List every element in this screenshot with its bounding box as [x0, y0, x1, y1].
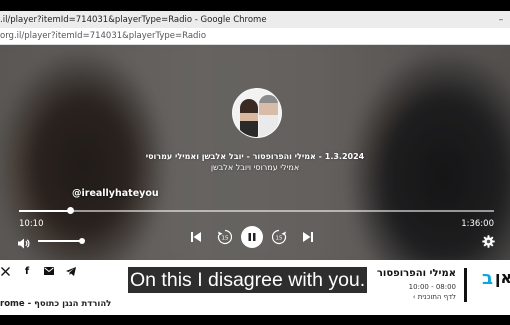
pause-icon [248, 233, 256, 241]
subtitle-caption: On this I disagree with you. [128, 267, 368, 293]
settings-button[interactable] [482, 235, 495, 248]
volume-knob[interactable] [79, 238, 85, 244]
pause-button[interactable] [241, 226, 263, 248]
email-share-button[interactable] [44, 266, 54, 276]
total-time: 1:36:00 [461, 219, 494, 229]
volume-slider[interactable] [38, 238, 85, 244]
show-info[interactable]: אמילי והפרופסור 10:00 - 08:00 לדף התוכני… [376, 267, 462, 305]
minimize-button[interactable]: – [492, 15, 510, 25]
skip-next-icon [303, 232, 313, 242]
facebook-icon: f [24, 265, 30, 277]
share-row: f [0, 264, 88, 278]
forward-15-button[interactable]: 15 [270, 228, 288, 246]
url-text[interactable]: org.il/player?itemId=714031&playerType=R… [0, 31, 206, 41]
logo-letter-bet: ב [482, 268, 493, 289]
progress-knob[interactable] [66, 207, 74, 214]
window-titlebar: .il/player?itemId=714031&playerType=Radi… [0, 11, 510, 28]
current-time: 10:10 [19, 219, 44, 229]
forward-seconds-label: 15 [276, 236, 283, 242]
download-extension-text[interactable]: rome - להורדת הנגן כתוסף [0, 299, 111, 309]
show-divider [464, 268, 467, 302]
forward-15-icon: 15 [271, 229, 287, 245]
progress-bar[interactable] [19, 207, 494, 214]
logo-letters-kan: אן [495, 268, 510, 287]
telegram-icon [66, 266, 76, 276]
window-title: .il/player?itemId=714031&playerType=Radi… [0, 14, 267, 25]
bottom-black-strip [0, 315, 510, 325]
show-time: 10:00 - 08:00 [408, 283, 456, 291]
skip-next-button[interactable] [301, 230, 315, 244]
x-share-button[interactable] [0, 266, 10, 276]
top-black-strip [0, 0, 510, 11]
skip-previous-icon [191, 232, 201, 242]
watermark-handle: @ireallyhateyou [72, 188, 159, 199]
email-icon [44, 267, 54, 275]
volume-icon[interactable] [17, 235, 30, 249]
gear-icon [482, 235, 495, 248]
show-page-link[interactable]: לדף התוכנית › [413, 293, 456, 301]
rewind-seconds-label: 15 [222, 236, 229, 242]
x-icon [0, 266, 10, 276]
rewind-15-button[interactable]: 15 [216, 228, 234, 246]
skip-previous-button[interactable] [189, 230, 203, 244]
avatar-person-left [240, 99, 258, 137]
episode-avatar [232, 88, 282, 138]
facebook-share-button[interactable]: f [22, 265, 32, 277]
avatar-person-right [259, 95, 278, 137]
progress-fill [19, 210, 70, 212]
player-stage: 1.3.2024 - אמילי והפרופסור - יובל אלבשן … [0, 45, 510, 260]
telegram-share-button[interactable] [66, 266, 76, 276]
kan-logo[interactable]: ב אן [482, 268, 510, 292]
episode-hosts: אמילי עמרוסי ויובל אלבשן [210, 163, 300, 172]
episode-title: 1.3.2024 - אמילי והפרופסור - יובל אלבשן … [145, 152, 365, 161]
show-name[interactable]: אמילי והפרופסור [377, 268, 456, 279]
rewind-15-icon: 15 [217, 229, 233, 245]
address-bar[interactable]: org.il/player?itemId=714031&playerType=R… [0, 28, 510, 45]
